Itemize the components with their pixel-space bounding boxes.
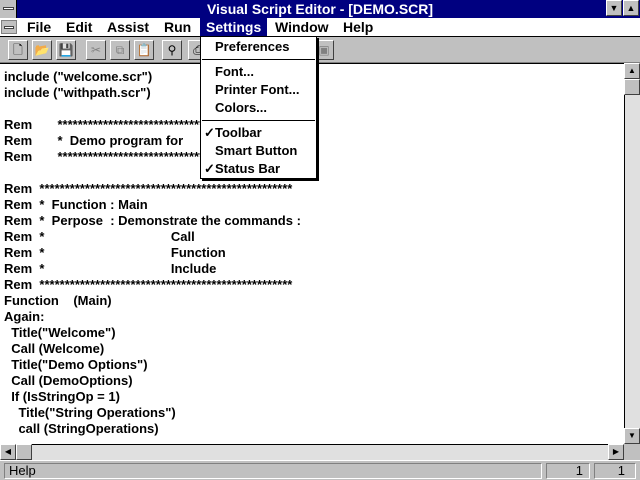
- window-title: Visual Script Editor - [DEMO.SCR]: [206, 1, 434, 17]
- find-binoculars-icon: ⚲: [167, 43, 177, 57]
- editor-line: Rem ************************************…: [4, 181, 293, 196]
- open-folder-icon: 📂: [34, 43, 50, 57]
- status-line-number: 1: [546, 463, 590, 479]
- cut-button[interactable]: ✂: [86, 40, 106, 60]
- toolbar: 🗋 📂 💾 ✂ ⧉ 📋 ⚲ ⎙ ▣: [0, 37, 640, 63]
- editor-line: Call (DemoOptions): [4, 373, 133, 388]
- menu-item-label: Colors...: [215, 100, 268, 115]
- paste-button[interactable]: 📋: [134, 40, 154, 60]
- document-system-menu-icon: [4, 26, 14, 29]
- new-file-button[interactable]: 🗋: [8, 40, 28, 60]
- editor-line: Rem **********************************: [4, 149, 230, 164]
- menu-item-status-bar[interactable]: ✓ Status Bar: [201, 160, 316, 178]
- minimize-button[interactable]: ▼: [606, 0, 622, 16]
- status-bar: Help 1 1: [0, 460, 640, 480]
- find-button[interactable]: ⚲: [162, 40, 182, 60]
- menu-edit[interactable]: Edit: [60, 18, 98, 36]
- menu-help[interactable]: Help: [337, 18, 379, 36]
- scroll-up-button[interactable]: ▲: [624, 63, 640, 79]
- editor-line: Call (Welcome): [4, 341, 105, 356]
- open-file-button[interactable]: 📂: [32, 40, 52, 60]
- editor-line: Rem * Demo program for: [4, 133, 184, 148]
- arrow-down-icon: ▼: [628, 431, 636, 440]
- save-disk-icon: 💾: [58, 43, 74, 57]
- editor-line: Title("Demo Options"): [4, 357, 148, 372]
- scrollbar-corner: [624, 444, 640, 460]
- checkmark-icon: ✓: [204, 161, 215, 176]
- scroll-right-button[interactable]: ▶: [608, 444, 624, 460]
- horizontal-scroll-thumb[interactable]: [16, 444, 32, 460]
- run-icon: ▣: [318, 43, 330, 57]
- title-bar: Visual Script Editor - [DEMO.SCR] ▼ ▲: [0, 0, 640, 18]
- checkmark-icon: ✓: [204, 125, 215, 140]
- new-file-icon: 🗋: [13, 43, 23, 57]
- editor-line: call (StringOperations): [4, 421, 159, 436]
- menu-window[interactable]: Window: [269, 18, 335, 36]
- editor-line: Rem ************************************…: [4, 277, 293, 292]
- menu-settings[interactable]: Settings: [200, 18, 268, 36]
- menu-item-printer-font[interactable]: Printer Font...: [201, 81, 316, 99]
- status-message: Help: [4, 463, 542, 479]
- menu-item-label: Smart Button: [215, 143, 298, 158]
- document-system-menu-button[interactable]: [1, 20, 17, 34]
- status-column-number: 1: [594, 463, 636, 479]
- paste-icon: 📋: [136, 43, 152, 57]
- menu-item-toolbar[interactable]: ✓ Toolbar: [201, 124, 316, 142]
- scroll-left-button[interactable]: ◀: [0, 444, 16, 460]
- arrow-right-icon: ▶: [612, 447, 620, 456]
- menu-item-label: Toolbar: [215, 125, 262, 140]
- copy-icon: ⧉: [115, 43, 125, 57]
- horizontal-scrollbar[interactable]: ◀ ▶: [0, 444, 624, 460]
- menu-item-preferences[interactable]: Preferences: [201, 38, 316, 56]
- editor-line: Title("String Operations"): [4, 405, 176, 420]
- editor-line: Rem * Perpose : Demonstrate the commands…: [4, 213, 301, 228]
- menu-item-label: Printer Font...: [215, 82, 300, 97]
- editor-line: Rem * Function : Main: [4, 197, 148, 212]
- vertical-scroll-thumb[interactable]: [624, 79, 640, 95]
- copy-button[interactable]: ⧉: [110, 40, 130, 60]
- menu-item-font[interactable]: Font...: [201, 63, 316, 81]
- maximize-icon: ▲: [626, 3, 636, 13]
- editor-line: Rem **********************************: [4, 117, 230, 132]
- menu-separator: [202, 120, 315, 121]
- menu-item-label: Status Bar: [215, 161, 281, 176]
- editor-line: Rem * Call: [4, 229, 195, 244]
- menu-item-label: Preferences: [215, 39, 290, 54]
- vertical-scrollbar[interactable]: ▲ ▼: [624, 63, 640, 444]
- maximize-button[interactable]: ▲: [623, 0, 639, 16]
- cut-scissors-icon: ✂: [90, 43, 102, 57]
- editor-line: include ("welcome.scr"): [4, 69, 153, 84]
- arrow-up-icon: ▲: [628, 66, 636, 75]
- menu-item-colors[interactable]: Colors...: [201, 99, 316, 117]
- menu-separator: [202, 59, 315, 60]
- editor-line: Title("Welcome"): [4, 325, 116, 340]
- menu-bar: File Edit Assist Run Settings Window Hel…: [0, 18, 640, 37]
- save-file-button[interactable]: 💾: [56, 40, 76, 60]
- editor-line: include ("withpath.scr"): [4, 85, 151, 100]
- editor-line: Again:: [4, 309, 45, 324]
- settings-dropdown-menu: Preferences Font... Printer Font... Colo…: [200, 36, 317, 179]
- editor-line: Rem * Include: [4, 261, 217, 276]
- editor-line: Rem * Function: [4, 245, 226, 260]
- menu-file[interactable]: File: [21, 18, 57, 36]
- editor-line: Function (Main): [4, 293, 112, 308]
- menu-item-label: Font...: [215, 64, 254, 79]
- minimize-icon: ▼: [609, 3, 619, 13]
- menu-assist[interactable]: Assist: [101, 18, 155, 36]
- run-button[interactable]: ▣: [314, 40, 334, 60]
- menu-item-smart-button[interactable]: Smart Button: [201, 142, 316, 160]
- scroll-down-button[interactable]: ▼: [624, 428, 640, 444]
- menu-run[interactable]: Run: [158, 18, 197, 36]
- editor-line: If (IsStringOp = 1): [4, 389, 120, 404]
- arrow-left-icon: ◀: [4, 447, 12, 456]
